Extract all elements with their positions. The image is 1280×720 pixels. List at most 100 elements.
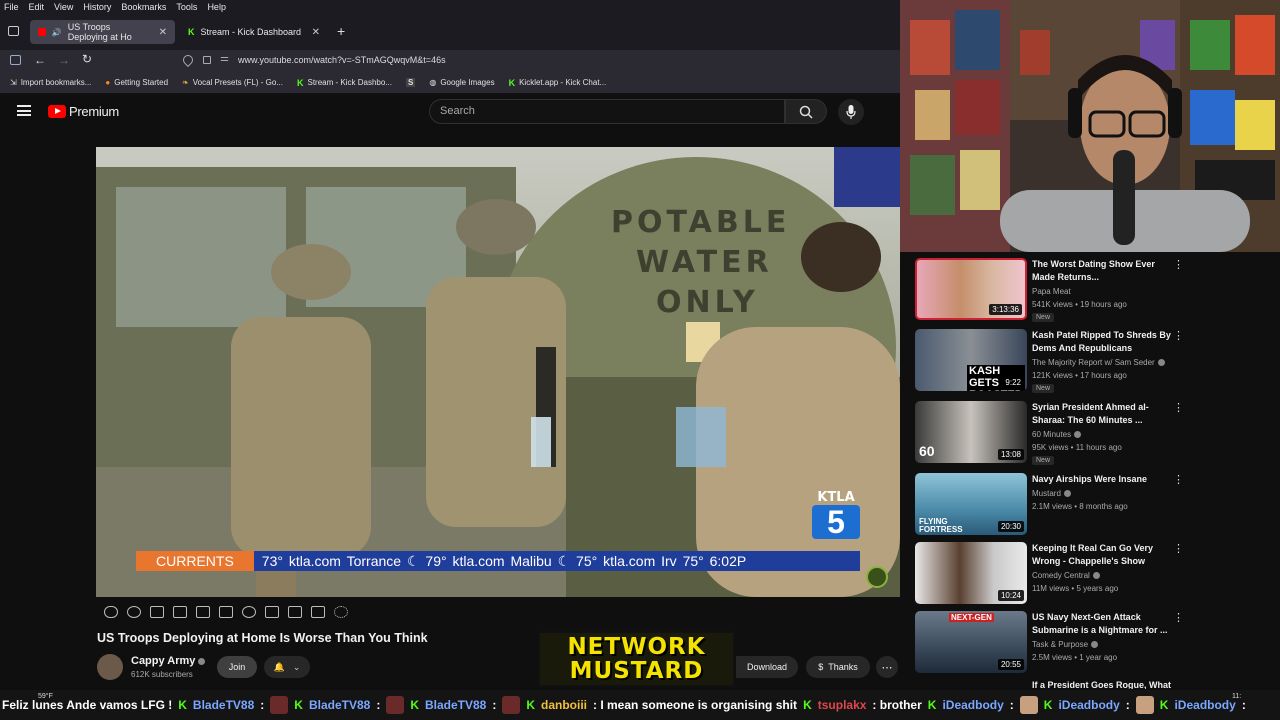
speed-icon[interactable]	[242, 606, 256, 618]
bookmark-kicklet[interactable]: K Kicklet.app - Kick Chat...	[509, 78, 607, 88]
hamburger-menu-icon[interactable]	[17, 105, 31, 116]
pip-icon[interactable]	[196, 606, 210, 618]
menu-file[interactable]: File	[4, 2, 19, 12]
kick-badge-icon: K	[178, 698, 187, 712]
back-button[interactable]: ←	[34, 53, 46, 67]
settings-gear-icon[interactable]	[334, 606, 348, 618]
verified-badge-icon	[1063, 490, 1071, 498]
youtube-premium-logo[interactable]: Premium	[48, 104, 119, 119]
permissions-icon[interactable]: ⚌	[220, 53, 229, 64]
search-input[interactable]: Search	[429, 99, 785, 124]
chat-username: danboiii	[541, 698, 588, 712]
menu-view[interactable]: View	[54, 2, 73, 12]
lock-icon[interactable]	[203, 56, 211, 64]
loop-icon[interactable]	[104, 606, 118, 618]
more-options-icon[interactable]: ⋮	[1173, 258, 1184, 271]
shield-icon[interactable]	[180, 52, 196, 68]
more-options-icon[interactable]: ⋮	[1173, 329, 1184, 342]
more-options-icon[interactable]: ⋮	[1173, 542, 1184, 555]
reload-button[interactable]: ↻	[82, 52, 92, 66]
keyboard-icon[interactable]	[311, 606, 325, 618]
broadcast-icon[interactable]	[127, 606, 141, 618]
rec-channel[interactable]: Task & Purpose	[1032, 640, 1099, 649]
video-thumbnail[interactable]: KASH GETS ROASTED 9:22	[915, 329, 1027, 391]
bookmark-getting-started[interactable]: ● Getting Started	[105, 78, 168, 87]
streamer-webcam	[900, 0, 1280, 252]
list-item[interactable]: FLYING FORTRESS 20:30 Navy Airships Were…	[915, 473, 1185, 537]
rec-title[interactable]: Syrian President Ahmed al-Sharaa: The 60…	[1032, 401, 1172, 427]
voice-search-button[interactable]	[838, 99, 864, 125]
clip-icon[interactable]	[173, 606, 187, 618]
rec-channel[interactable]: 60 Minutes	[1032, 430, 1082, 439]
audio-playing-icon[interactable]: 🔊	[52, 28, 62, 37]
video-thumbnail[interactable]: 10:24	[915, 542, 1027, 604]
menu-help[interactable]: Help	[207, 2, 226, 12]
playlist-icon[interactable]	[219, 606, 233, 618]
bookmark-vocal-presets[interactable]: ❧ Vocal Presets (FL) - Go...	[182, 78, 283, 87]
rec-title[interactable]: The Worst Dating Show Ever Made Returns.…	[1032, 258, 1172, 284]
channel-watermark-icon[interactable]	[866, 566, 888, 588]
video-thumbnail[interactable]: 3:13:36	[915, 258, 1027, 320]
video-thumbnail[interactable]: 60 13:08	[915, 401, 1027, 463]
list-item[interactable]: 60 13:08 Syrian President Ahmed al-Shara…	[915, 401, 1185, 465]
webcam-frame-image	[900, 0, 1280, 252]
tab-kick-dashboard[interactable]: K Stream - Kick Dashboard ✕	[180, 20, 328, 44]
rec-channel[interactable]: The Majority Report w/ Sam Seder	[1032, 358, 1165, 367]
notification-bell-button[interactable]: 🔔 ⌄	[264, 656, 310, 678]
video-thumbnail[interactable]: FLYING FORTRESS 20:30	[915, 473, 1027, 535]
bookmark-google-images[interactable]: ◍ Google Images	[429, 78, 494, 87]
more-options-icon[interactable]: ⋮	[1173, 611, 1184, 624]
add-icon[interactable]	[265, 606, 279, 618]
list-item[interactable]: NEXT-GEN 20:55 US Navy Next-Gen Attack S…	[915, 611, 1185, 675]
menu-edit[interactable]: Edit	[29, 2, 45, 12]
kick-badge-icon: K	[526, 698, 536, 712]
list-item[interactable]: 3:13:36 The Worst Dating Show Ever Made …	[915, 258, 1185, 322]
thanks-icon: $	[818, 662, 824, 672]
search-button[interactable]	[785, 99, 827, 124]
thanks-button[interactable]: $ Thanks	[806, 656, 870, 678]
close-tab-icon[interactable]: ✕	[159, 27, 167, 38]
video-frame-image: POTABLE WATER ONLY	[96, 147, 900, 597]
list-item[interactable]: KASH GETS ROASTED 9:22 Kash Patel Ripped…	[915, 329, 1185, 393]
tanker-text-2: WATER	[636, 245, 773, 280]
menu-history[interactable]: History	[83, 2, 111, 12]
rec-meta: 2.1M views • 8 months ago	[1032, 502, 1128, 511]
new-tab-button[interactable]: +	[337, 23, 345, 39]
chat-emote	[502, 696, 521, 714]
sidebar-toggle-icon[interactable]	[10, 55, 21, 65]
rec-title[interactable]: Navy Airships Were Insane	[1032, 473, 1172, 486]
list-item[interactable]: If a President Goes Rogue, What	[915, 679, 1185, 689]
channel-avatar[interactable]	[97, 654, 123, 680]
menu-tools[interactable]: Tools	[176, 2, 197, 12]
url-field[interactable]: www.youtube.com/watch?v=-STmAGQwqvM&t=46…	[238, 55, 446, 65]
rec-channel[interactable]: Mustard	[1032, 489, 1071, 498]
tab-youtube[interactable]: 🔊 US Troops Deploying at Ho ✕	[30, 20, 175, 44]
youtube-logo-icon	[48, 105, 66, 118]
camera-icon[interactable]	[288, 606, 302, 618]
list-item[interactable]: 10:24 Keeping It Real Can Go Very Wrong …	[915, 542, 1185, 606]
menu-bookmarks[interactable]: Bookmarks	[121, 2, 166, 12]
tab-overview-icon[interactable]	[8, 26, 19, 36]
join-button[interactable]: Join	[217, 656, 257, 678]
rec-title[interactable]: Keeping It Real Can Go Very Wrong - Chap…	[1032, 542, 1172, 568]
youtube-favicon-icon	[38, 28, 46, 36]
video-player[interactable]: POTABLE WATER ONLY	[96, 147, 900, 597]
close-tab-icon[interactable]: ✕	[312, 27, 320, 38]
rec-title[interactable]: US Navy Next-Gen Attack Submarine is a N…	[1032, 611, 1172, 637]
rec-title[interactable]: If a President Goes Rogue, What	[1032, 679, 1172, 689]
screenshot-icon[interactable]	[150, 606, 164, 618]
more-options-icon[interactable]: ⋮	[1173, 401, 1184, 414]
more-actions-button[interactable]: ⋯	[876, 656, 898, 678]
more-options-icon[interactable]: ⋮	[1173, 473, 1184, 486]
bookmark-import[interactable]: ⇲ Import bookmarks...	[10, 78, 91, 87]
forward-button[interactable]: →	[58, 53, 70, 67]
rec-title[interactable]: Kash Patel Ripped To Shreds By Dems And …	[1032, 329, 1172, 355]
bookmark-s[interactable]: S	[405, 78, 416, 87]
rec-channel[interactable]: Papa Meat	[1032, 287, 1071, 296]
rec-channel[interactable]: Comedy Central	[1032, 571, 1100, 580]
rec-meta: 121K views • 17 hours ago	[1032, 371, 1127, 380]
video-thumbnail[interactable]: NEXT-GEN 20:55	[915, 611, 1027, 673]
bookmark-kick-dashboard[interactable]: K Stream - Kick Dashbo...	[297, 78, 392, 88]
download-button[interactable]: Download	[736, 656, 798, 678]
channel-name[interactable]: Cappy Army	[131, 655, 206, 667]
